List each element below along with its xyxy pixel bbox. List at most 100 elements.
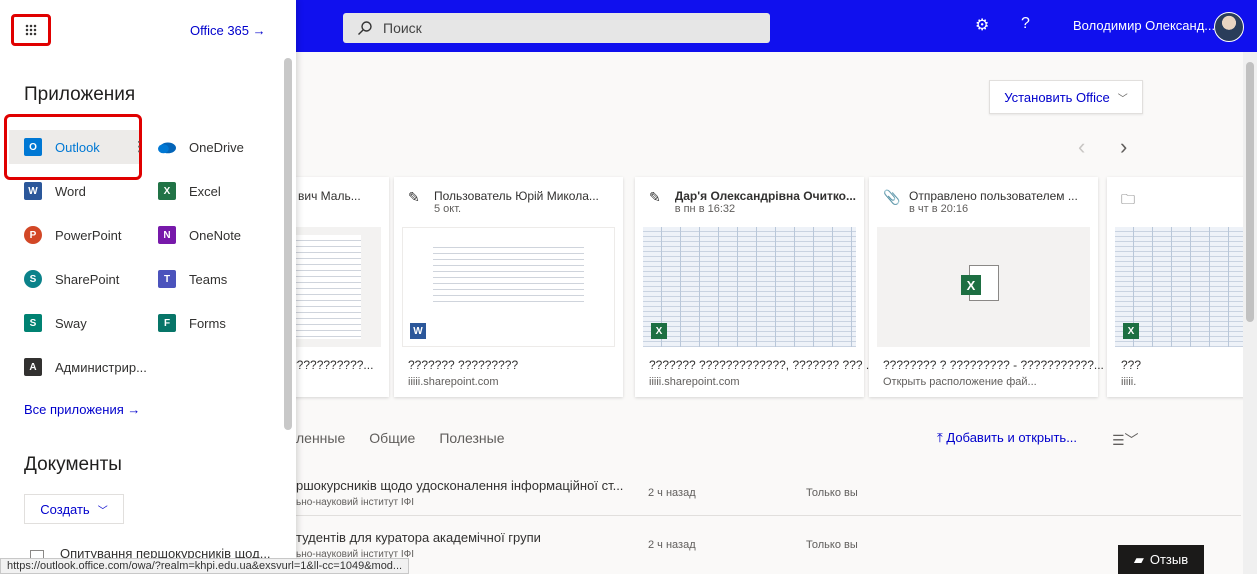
page-scrollbar[interactable]	[1243, 52, 1257, 574]
app-launcher-panel: Office 365 → Приложения O Outlook ⋮ OneD…	[0, 0, 296, 574]
app-forms[interactable]: F Forms	[158, 314, 226, 332]
avatar[interactable]	[1214, 12, 1244, 42]
card-file-name: ???????????...	[290, 358, 374, 372]
feedback-button[interactable]: ▰ Отзыв	[1118, 545, 1204, 574]
word-file-icon: W	[410, 323, 426, 339]
tab-shared[interactable]: Общие	[369, 430, 415, 446]
row-date: 2 ч назад	[648, 539, 696, 551]
card-site: iiiii.	[1121, 376, 1137, 388]
app-label: Teams	[189, 271, 228, 287]
app-label: Excel	[189, 183, 221, 199]
install-office-label: Установить Office	[1004, 89, 1110, 105]
card-file-name: ???????? ? ????????? - ???????????...	[883, 358, 1104, 372]
app-label: PowerPoint	[55, 227, 122, 243]
app-label: Outlook	[55, 139, 100, 155]
chevron-right-icon[interactable]: ›	[1120, 134, 1127, 160]
search-icon	[358, 21, 372, 35]
create-button[interactable]: Создать ﹀	[24, 494, 124, 524]
sway-icon: S	[24, 314, 42, 332]
add-open-label: Добавить и открыть...	[946, 430, 1078, 445]
office365-link[interactable]: Office 365 →	[190, 23, 266, 38]
excel-file-icon: X	[1123, 323, 1139, 339]
card-site: iiiii.sharepoint.com	[649, 376, 740, 388]
app-sway[interactable]: S Sway	[24, 314, 87, 332]
card-file-name: ??????? ?????????	[408, 358, 519, 372]
powerpoint-icon: P	[24, 226, 42, 244]
pencil-icon: ✎	[408, 189, 420, 205]
app-label: Sway	[55, 315, 87, 331]
teams-icon: T	[158, 270, 176, 288]
chevron-down-icon: ﹀	[1117, 93, 1128, 105]
card-file-name: ???	[1121, 358, 1142, 372]
app-onenote[interactable]: N OneNote	[158, 226, 241, 244]
card-time: 5 окт.	[434, 203, 462, 215]
row-location: ьно-науковий інститут ІФІ	[296, 497, 415, 508]
tab-pinned[interactable]: ленные	[296, 430, 345, 446]
paperclip-icon: 📎	[883, 189, 901, 205]
table-row[interactable]: ршокурсників щодо удосконалення інформац…	[296, 470, 1241, 516]
forms-icon: F	[158, 314, 176, 332]
sort-icon[interactable]: ☰﹀	[1112, 430, 1139, 450]
table-row[interactable]: тудентів для куратора академічної групи …	[296, 522, 1241, 568]
documents-heading: Документы	[24, 454, 122, 475]
app-admin[interactable]: A Администрир...	[24, 358, 147, 376]
card-author: Отправлено пользователем ...	[909, 189, 1078, 203]
app-label: SharePoint	[55, 271, 120, 287]
all-apps-link[interactable]: Все приложения →	[24, 402, 140, 417]
tab-favorites[interactable]: Полезные	[439, 430, 504, 446]
add-open-button[interactable]: ⤒ Добавить и открыть...	[937, 430, 1077, 446]
help-icon[interactable]: ?	[1021, 15, 1030, 33]
chevron-left-icon[interactable]: ‹	[1078, 134, 1085, 160]
user-name[interactable]: Володимир Олександ...	[1073, 18, 1215, 33]
app-label: Word	[55, 183, 86, 199]
app-label: OneDrive	[189, 139, 244, 155]
gear-icon[interactable]: ⚙	[975, 15, 989, 35]
status-bar-url: https://outlook.office.com/owa/?realm=kh…	[0, 558, 410, 574]
excel-icon: X	[158, 182, 176, 200]
more-options-icon[interactable]: ⋮	[132, 138, 146, 155]
app-excel[interactable]: X Excel	[158, 182, 221, 200]
app-word[interactable]: W Word	[24, 182, 86, 200]
card-author: Дар'я Олександрівна Очитко...	[674, 189, 856, 203]
app-label: OneNote	[189, 227, 242, 243]
card-site: iiiii.sharepoint.com	[408, 376, 499, 388]
panel-scrollbar[interactable]	[284, 58, 292, 430]
folder-icon: 🗀	[1121, 191, 1135, 207]
recent-file-card[interactable]: 📎 Отправлено пользователем ... в чт в 20:…	[869, 177, 1104, 397]
app-label: Forms	[189, 315, 226, 331]
apps-heading: Приложения	[24, 84, 136, 105]
all-apps-label: Все приложения	[24, 402, 124, 417]
card-time: в пн в 16:32	[674, 203, 736, 215]
office365-label: Office 365	[190, 23, 250, 38]
chevron-down-icon: ﹀	[97, 505, 108, 517]
search-placeholder: Поиск	[383, 20, 422, 36]
recent-file-card[interactable]: ✎ Пользователь Юрій Микола... 5 окт. W ??…	[394, 177, 623, 397]
search-box[interactable]: Поиск	[343, 13, 770, 43]
card-site: Открыть расположение фай...	[883, 376, 1037, 388]
card-time: в чт в 20:16	[909, 203, 969, 215]
row-title: тудентів для куратора академічної групи	[296, 530, 541, 545]
admin-icon: A	[24, 358, 42, 376]
pencil-icon: ✎	[649, 189, 661, 205]
sharepoint-icon: S	[24, 270, 42, 288]
excel-badge: X	[961, 275, 981, 295]
create-label: Создать	[40, 501, 90, 517]
file-tabs: ленные Общие Полезные	[296, 430, 505, 446]
chat-icon: ▰	[1133, 551, 1144, 567]
app-launcher-button[interactable]	[11, 14, 51, 46]
install-office-button[interactable]: Установить Office ﹀	[989, 80, 1143, 114]
app-teams[interactable]: T Teams	[158, 270, 227, 288]
outlook-icon: O	[24, 138, 42, 156]
word-icon: W	[24, 182, 42, 200]
waffle-icon	[25, 24, 37, 36]
recent-file-card[interactable]: 🗀 X ??? iiiii.	[1107, 177, 1257, 397]
recent-file-card[interactable]: ✎ Дар'я Олександрівна Очитко... в пн в 16…	[635, 177, 876, 397]
row-date: 2 ч назад	[648, 487, 696, 499]
excel-file-icon: X	[651, 323, 667, 339]
app-onedrive[interactable]: OneDrive	[158, 138, 244, 156]
app-sharepoint[interactable]: S SharePoint	[24, 270, 119, 288]
row-title: ршокурсників щодо удосконалення інформац…	[296, 478, 624, 493]
app-powerpoint[interactable]: P PowerPoint	[24, 226, 121, 244]
app-outlook[interactable]: O Outlook	[24, 138, 100, 156]
card-author: вич Маль...	[298, 189, 361, 203]
